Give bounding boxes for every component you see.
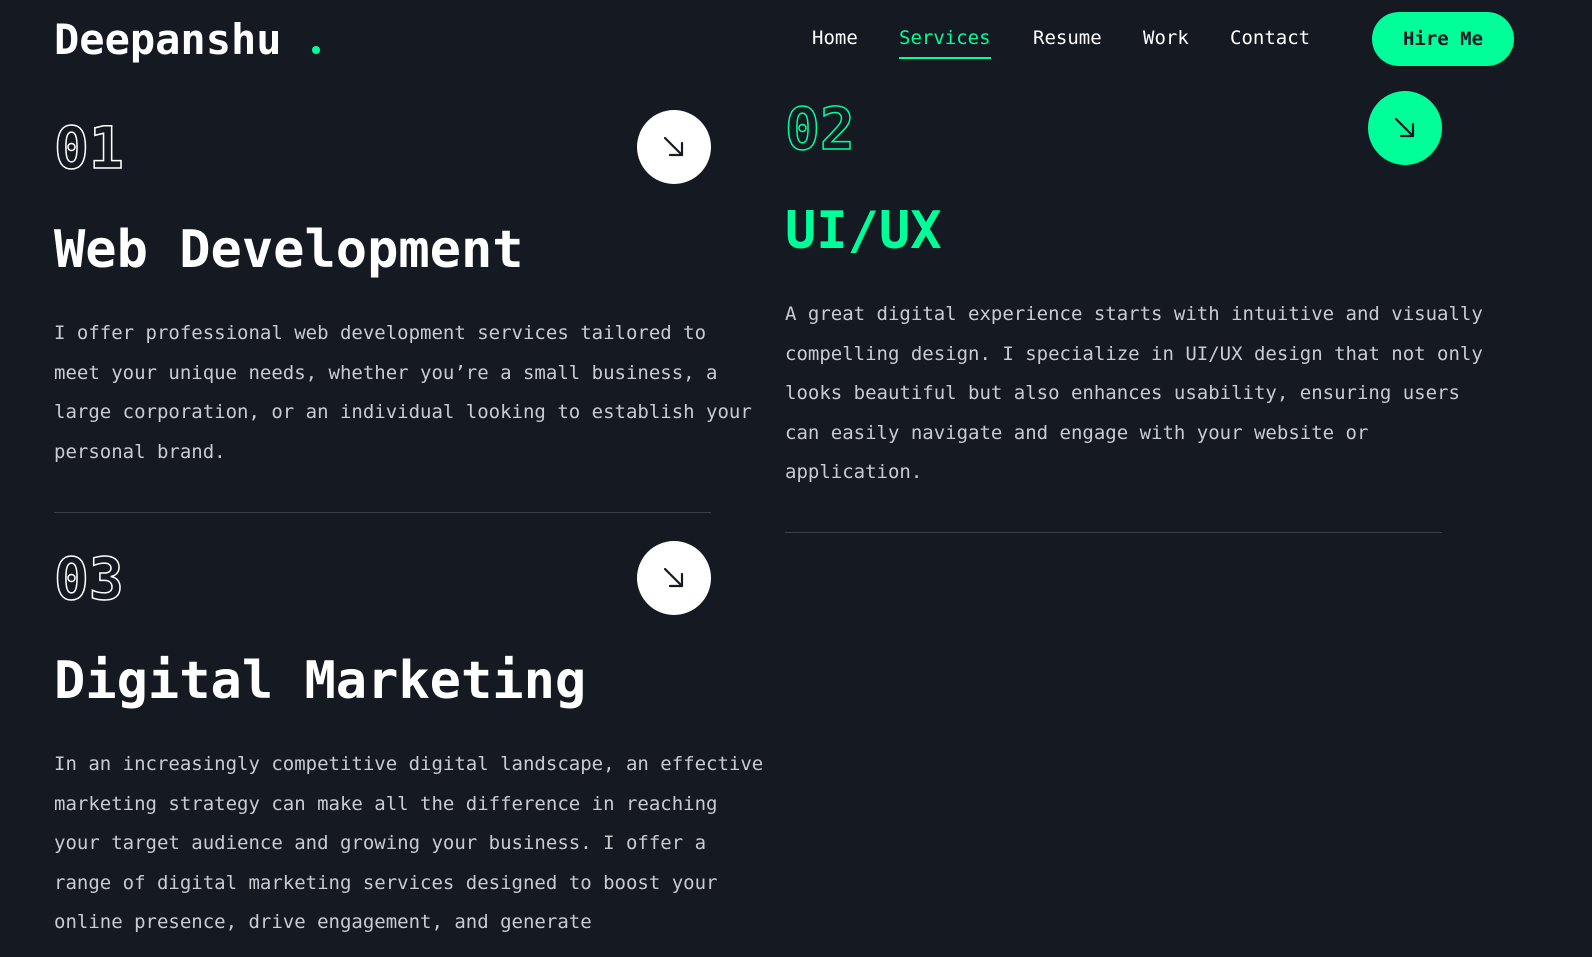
service-divider — [54, 512, 711, 513]
service-divider — [785, 532, 1442, 533]
logo-dot-icon — [311, 46, 320, 54]
logo-text: Deepanshu — [54, 15, 282, 64]
service-number: 02 — [784, 95, 855, 163]
service-arrow-button[interactable] — [1368, 91, 1442, 165]
nav-item-work[interactable]: Work — [1143, 25, 1189, 51]
service-card-digital-marketing: 03 Digital Marketing In an increasingly … — [53, 541, 774, 957]
service-card-ui-ux: 02 UI/UX A great digital experience star… — [784, 91, 1485, 541]
arrow-down-right-icon — [663, 567, 684, 588]
service-card-web-development: 01 Web Development I offer professional … — [53, 110, 754, 530]
service-arrow-button[interactable] — [637, 110, 711, 184]
arrow-down-right-icon — [1394, 117, 1415, 138]
service-description: I offer professional web development ser… — [54, 322, 752, 463]
arrow-down-right-icon — [663, 136, 684, 157]
service-description: In an increasingly competitive digital l… — [54, 753, 764, 934]
nav-item-services[interactable]: Services — [899, 25, 991, 59]
site-header: Deepanshu Home Services Resume Work Cont… — [0, 0, 1592, 80]
nav-item-contact[interactable]: Contact — [1230, 25, 1310, 51]
hire-me-button[interactable]: Hire Me — [1372, 12, 1514, 66]
service-title: Digital Marketing — [54, 651, 587, 711]
service-title: UI/UX — [785, 201, 942, 261]
nav-item-home[interactable]: Home — [812, 25, 858, 51]
service-title: Web Development — [54, 220, 524, 280]
service-arrow-button[interactable] — [637, 541, 711, 615]
service-number: 01 — [53, 114, 124, 182]
site-logo[interactable]: Deepanshu — [54, 14, 320, 66]
service-description: A great digital experience starts with i… — [785, 303, 1483, 484]
service-number: 03 — [53, 545, 124, 613]
nav-item-resume[interactable]: Resume — [1033, 25, 1102, 51]
